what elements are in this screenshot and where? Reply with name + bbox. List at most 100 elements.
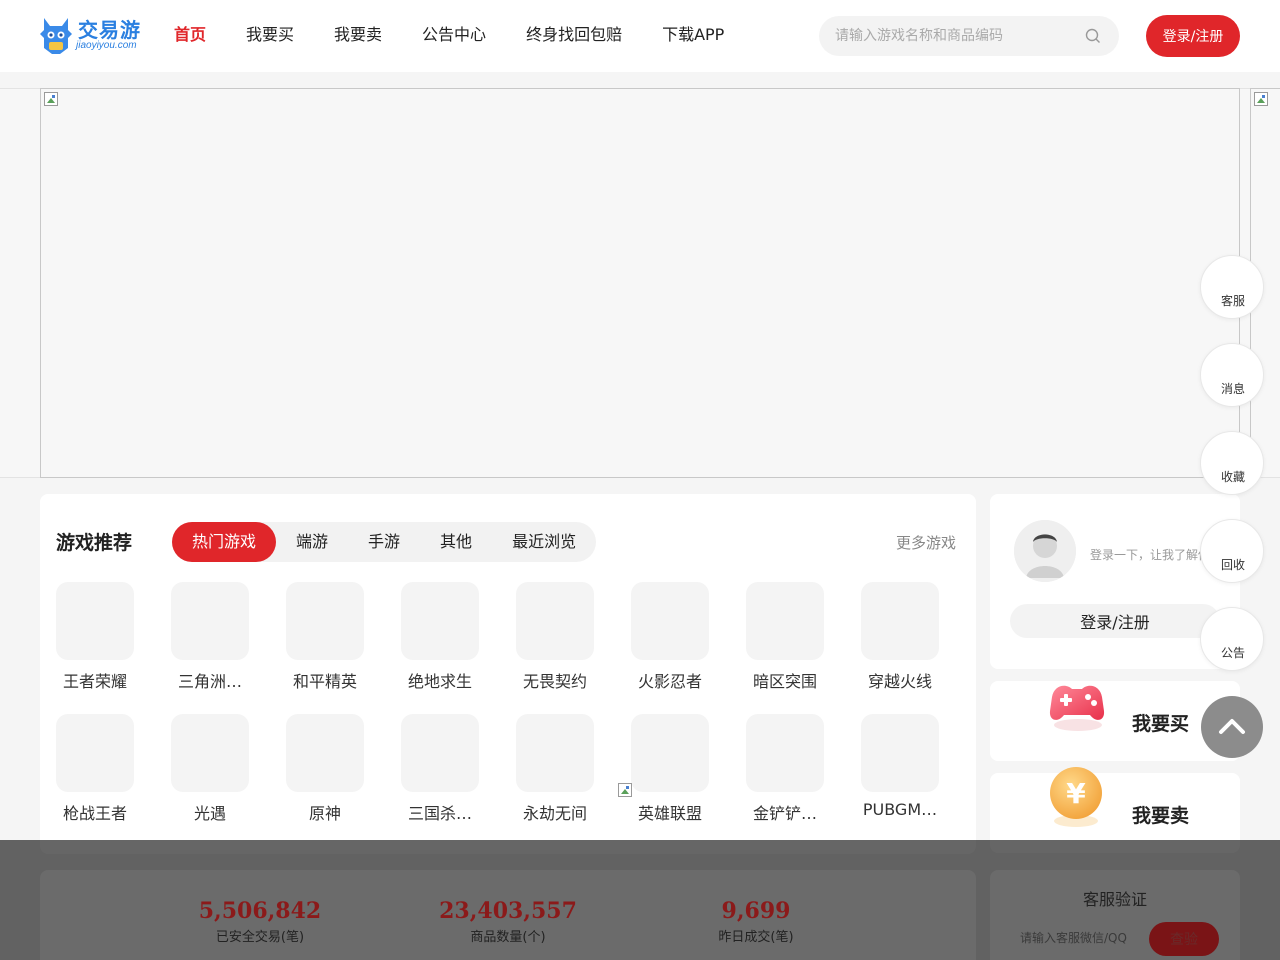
chevron-up-icon [1219, 719, 1245, 734]
search-input[interactable] [835, 16, 1085, 56]
game-name: 枪战王者 [62, 804, 127, 823]
stat-label: 昨日成交(笔) [718, 930, 794, 945]
game-name: 原神 [308, 804, 341, 823]
main-nav: 首页 我要买 我要卖 公告中心 终身找回包赔 下载APP [174, 22, 764, 48]
game-card[interactable]: PUBGM… [861, 714, 976, 846]
nav-announcements[interactable]: 公告中心 [422, 22, 486, 48]
float-label: 回收 [1220, 558, 1245, 572]
gamepad-icon [1049, 685, 1105, 731]
game-card[interactable]: 穿越火线 [861, 582, 976, 714]
verify-input[interactable] [1010, 922, 1160, 954]
float-label: 客服 [1220, 294, 1245, 308]
game-name: 三国杀… [407, 804, 472, 823]
game-card[interactable]: 王者荣耀 [56, 582, 171, 714]
panel-login-button[interactable]: 登录/注册 [1010, 604, 1220, 638]
game-card[interactable]: 暗区突围 [746, 582, 861, 714]
game-name: 穿越火线 [867, 672, 932, 691]
tab-mobile-games[interactable]: 手游 [348, 522, 420, 562]
float-messages[interactable]: 消息 [1200, 343, 1264, 407]
game-name: 和平精英 [292, 672, 357, 691]
game-card[interactable]: 枪战王者 [56, 714, 171, 846]
game-thumbnail [56, 714, 134, 792]
back-to-top-button[interactable] [1201, 696, 1263, 758]
default-avatar-icon [1014, 520, 1076, 582]
game-thumbnail [746, 582, 824, 660]
float-recycle[interactable]: 回收 [1200, 519, 1264, 583]
game-thumbnail [516, 714, 594, 792]
login-tip: 登录一下，让我了解你 [1090, 548, 1211, 562]
section-title: 游戏推荐 [56, 532, 133, 554]
game-name: 三角洲… [177, 672, 242, 691]
game-thumbnail [286, 714, 364, 792]
game-thumbnail [861, 714, 939, 792]
sell-label: 我要卖 [1132, 805, 1190, 827]
game-name: 暗区突围 [752, 672, 817, 691]
game-card[interactable]: 火影忍者 [631, 582, 746, 714]
logo-domain: jiaoyiyou.com [76, 40, 137, 51]
nav-buy[interactable]: 我要买 [246, 22, 294, 48]
tab-recent[interactable]: 最近浏览 [492, 522, 596, 562]
stat-value: 9,699 [721, 898, 791, 924]
game-card[interactable]: 原神 [286, 714, 401, 846]
game-thumbnail [861, 582, 939, 660]
tab-pc-games[interactable]: 端游 [276, 522, 348, 562]
top-header: 交易游 jiaoyiyou.com 首页 我要买 我要卖 公告中心 终身找回包赔… [0, 0, 1280, 72]
float-announcements[interactable]: 公告 [1200, 607, 1264, 671]
tab-other[interactable]: 其他 [420, 522, 492, 562]
game-card[interactable]: 永劫无间 [516, 714, 631, 846]
nav-lifetime-guarantee[interactable]: 终身找回包赔 [526, 22, 622, 48]
login-register-button[interactable]: 登录/注册 [1146, 15, 1240, 57]
game-name: 光遇 [193, 804, 226, 823]
tab-hot-games[interactable]: 热门游戏 [172, 522, 277, 562]
game-name: 无畏契约 [522, 672, 587, 691]
game-name: PUBGM… [862, 800, 938, 819]
mascot-logo-icon [40, 18, 72, 54]
search-icon[interactable] [1085, 28, 1101, 44]
broken-image-icon [1253, 91, 1269, 107]
game-card[interactable]: 光遇 [171, 714, 286, 846]
game-thumbnail [631, 582, 709, 660]
game-thumbnail [171, 714, 249, 792]
game-card[interactable]: 英雄联盟 [618, 714, 746, 846]
coin-icon: ¥ [1050, 767, 1102, 827]
game-name: 永劫无间 [522, 804, 587, 823]
stat-value: 23,403,557 [439, 898, 577, 924]
game-name: 英雄联盟 [637, 804, 702, 823]
game-card[interactable]: 绝地求生 [401, 582, 516, 714]
game-thumbnail [401, 714, 479, 792]
nav-sell[interactable]: 我要卖 [334, 22, 382, 48]
game-grid: 王者荣耀 三角洲… 和平精英 绝地求生 无畏契约 火影忍者 暗区突围 穿越火线 … [56, 582, 976, 846]
broken-image-icon [617, 782, 633, 798]
game-category-tabs: 热门游戏 端游 手游 其他 最近浏览 [172, 522, 597, 562]
game-name: 金铲铲… [752, 804, 817, 823]
game-recommend-panel: 游戏推荐 热门游戏 端游 手游 其他 最近浏览 更多游戏 王者荣耀 三角洲… 和… [40, 494, 976, 854]
game-name: 王者荣耀 [62, 672, 127, 691]
verify-title: 客服验证 [1082, 890, 1147, 909]
logo-text: 交易游 [78, 18, 141, 42]
nav-home[interactable]: 首页 [174, 22, 206, 48]
broken-image-icon [43, 91, 59, 107]
game-card[interactable]: 三国杀… [401, 714, 516, 846]
banner-image[interactable] [40, 88, 1240, 478]
float-label: 消息 [1220, 382, 1245, 396]
stat-label: 商品数量(个) [470, 930, 546, 945]
float-label: 收藏 [1220, 470, 1245, 484]
game-thumbnail [171, 582, 249, 660]
game-card[interactable]: 和平精英 [286, 582, 401, 714]
game-card[interactable]: 三角洲… [171, 582, 286, 714]
float-customer-service[interactable]: 客服 [1200, 255, 1264, 319]
game-card[interactable]: 无畏契约 [516, 582, 631, 714]
stat-label: 已安全交易(笔) [215, 930, 305, 945]
more-games-link[interactable]: 更多游戏 [896, 532, 956, 553]
stat-yesterday-trades: 9,699 昨日成交(笔) [656, 898, 856, 945]
game-thumbnail [286, 582, 364, 660]
stat-total-trades: 5,506,842 已安全交易(笔) [160, 898, 360, 945]
float-favorites[interactable]: 收藏 [1200, 431, 1264, 495]
game-card[interactable]: 金铲铲… [746, 714, 861, 846]
nav-download-app[interactable]: 下载APP [662, 22, 724, 48]
game-name: 火影忍者 [637, 672, 702, 691]
site-logo[interactable]: 交易游 jiaoyiyou.com [38, 12, 152, 60]
verify-button[interactable]: 查验 [1149, 922, 1219, 956]
stat-value: 5,506,842 [198, 898, 322, 924]
game-name: 绝地求生 [407, 672, 472, 691]
